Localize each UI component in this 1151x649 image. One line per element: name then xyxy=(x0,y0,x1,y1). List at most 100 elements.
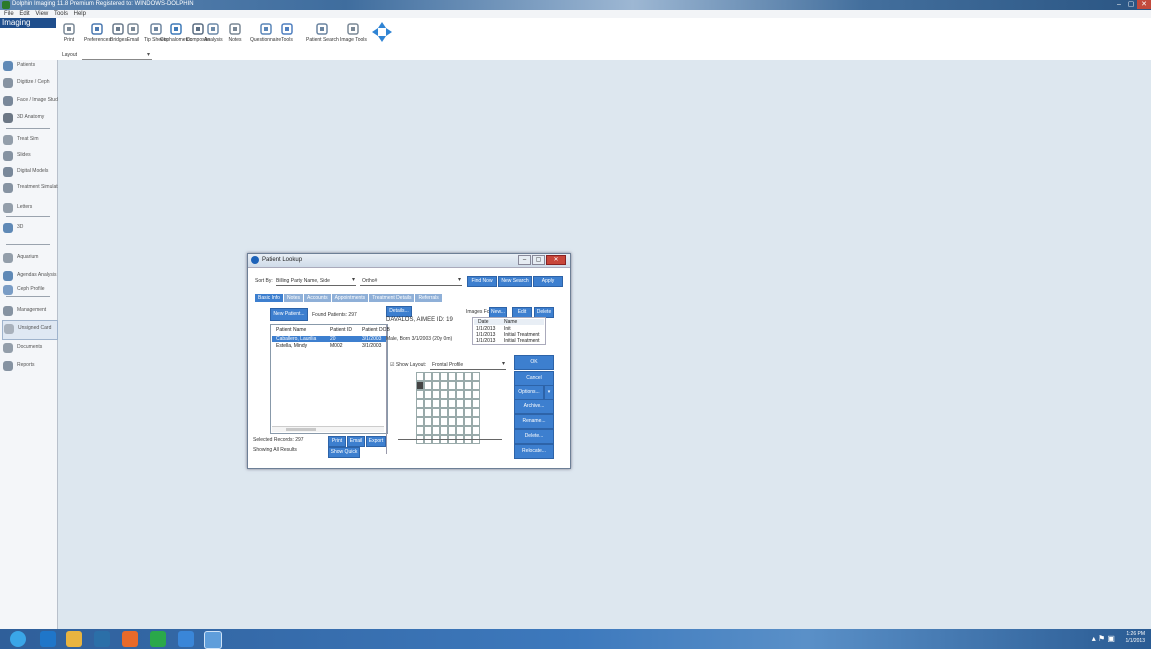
sidebar-item-management[interactable]: Management xyxy=(2,303,56,321)
layout-grid-cell[interactable] xyxy=(440,399,448,408)
layout-grid-cell[interactable] xyxy=(416,417,424,426)
search-field[interactable]: Ortho# ▾ xyxy=(360,277,462,286)
show-layout-checkbox[interactable]: ☑ Show Layout: xyxy=(390,362,426,368)
layout-grid-cell[interactable] xyxy=(472,426,480,435)
column-header[interactable]: Patient ID xyxy=(330,327,352,333)
show-quick-button[interactable]: Show Quick xyxy=(328,447,360,458)
toolbar-button-notes[interactable]: Notes xyxy=(228,22,242,48)
export-button[interactable]: Export xyxy=(366,436,386,447)
layout-grid-cell[interactable] xyxy=(456,426,464,435)
layout-grid-cell[interactable] xyxy=(472,381,480,390)
image-layout-grid[interactable] xyxy=(416,372,482,444)
layout-grid-cell[interactable] xyxy=(416,399,424,408)
tab-appointments[interactable]: Appointments xyxy=(331,294,369,302)
layout-grid-cell[interactable] xyxy=(424,399,432,408)
column-header[interactable]: Date xyxy=(478,319,489,325)
toolbar-button-analysis[interactable]: Analysis xyxy=(204,22,223,48)
layout-grid-cell[interactable] xyxy=(424,372,432,381)
sidebar-item-aquarium[interactable]: Aquarium xyxy=(2,250,56,268)
layout-combo[interactable]: Frontal Profile ▾ xyxy=(430,361,506,370)
layout-grid-cell[interactable] xyxy=(456,399,464,408)
layout-grid-cell[interactable] xyxy=(464,399,472,408)
options-button[interactable]: Options... xyxy=(514,385,544,400)
layout-grid-cell[interactable] xyxy=(464,372,472,381)
layout-grid-cell[interactable] xyxy=(416,390,424,399)
new-patient-button[interactable]: New Patient... xyxy=(270,308,308,321)
horizontal-scrollbar[interactable] xyxy=(272,426,384,432)
sidebar-item-3d[interactable]: 3D xyxy=(2,220,56,238)
dolphin-active-icon[interactable] xyxy=(204,631,222,649)
dolphin-icon[interactable] xyxy=(178,631,194,647)
layout-select[interactable]: ▾ xyxy=(82,51,152,60)
patient-list[interactable]: Patient Name Patient ID Patient DOB Caba… xyxy=(270,324,390,434)
toolbar-button-questionnaire[interactable]: Questionnaire xyxy=(250,22,281,48)
find-now-button[interactable]: Find Now xyxy=(467,276,497,287)
layout-grid-cell[interactable] xyxy=(424,426,432,435)
layout-grid-cell[interactable] xyxy=(432,426,440,435)
dialog-minimize-button[interactable]: – xyxy=(518,255,531,265)
layout-grid-cell[interactable] xyxy=(472,399,480,408)
system-clock[interactable]: 1:26 PM 1/1/2013 xyxy=(1126,631,1145,645)
layout-grid-cell[interactable] xyxy=(432,390,440,399)
toolbar-button-patient-search[interactable]: Patient Search xyxy=(306,22,339,48)
internet-explorer-icon[interactable] xyxy=(40,631,56,647)
layout-grid-cell[interactable] xyxy=(432,408,440,417)
file-explorer-icon[interactable] xyxy=(66,631,82,647)
menu-edit[interactable]: Edit xyxy=(19,10,29,18)
layout-grid-cell[interactable] xyxy=(416,372,424,381)
sidebar-item-treatment-simulation[interactable]: Treatment Simulation xyxy=(2,180,64,198)
layout-grid-cell[interactable] xyxy=(440,372,448,381)
column-header[interactable]: Patient Name xyxy=(276,327,306,333)
email-button[interactable]: Email xyxy=(347,436,365,447)
layout-grid-cell[interactable] xyxy=(432,372,440,381)
sidebar-item-3d-anatomy[interactable]: 3D Anatomy xyxy=(2,110,56,128)
images-table[interactable]: Date Name 1/1/2013 Init 1/1/2013 Initial… xyxy=(472,317,546,345)
layout-grid-cell[interactable] xyxy=(424,408,432,417)
tab-notes[interactable]: Notes xyxy=(283,294,304,302)
minimize-button[interactable]: – xyxy=(1113,0,1125,9)
column-header[interactable]: Name xyxy=(504,319,517,325)
rename-button[interactable]: Rename... xyxy=(514,414,554,429)
layout-grid-cell[interactable] xyxy=(472,372,480,381)
apply-button[interactable]: Apply xyxy=(533,276,563,287)
table-row[interactable]: Estella, Mindy M002 3/1/2003 xyxy=(272,343,386,349)
layout-grid-cell[interactable] xyxy=(456,408,464,417)
layout-grid-cell[interactable] xyxy=(448,426,456,435)
media-player-icon[interactable] xyxy=(94,631,110,647)
new-search-button[interactable]: New Search xyxy=(498,276,532,287)
sidebar-item-ceph-profile[interactable]: Ceph Profile xyxy=(2,282,56,300)
tab-basic-info[interactable]: Basic Info xyxy=(255,294,283,302)
toolbar-button-bridges[interactable]: Bridges xyxy=(110,22,127,48)
layout-grid-cell[interactable] xyxy=(440,390,448,399)
cancel-button[interactable]: Cancel xyxy=(514,371,554,386)
sidebar-item-reports[interactable]: Reports xyxy=(2,358,56,376)
maximize-button[interactable]: ▢ xyxy=(1125,0,1137,9)
start-orb-icon[interactable] xyxy=(10,631,26,647)
layout-grid-cell[interactable] xyxy=(448,399,456,408)
layout-grid-cell[interactable] xyxy=(440,426,448,435)
layout-grid-cell[interactable] xyxy=(448,372,456,381)
tab-referrals[interactable]: Referrals xyxy=(415,294,442,302)
ok-button[interactable]: OK xyxy=(514,355,554,370)
toolbar-button-email[interactable]: Email xyxy=(126,22,140,48)
menu-file[interactable]: File xyxy=(4,10,14,18)
sidebar-item-unsigned-card[interactable]: Unsigned Card xyxy=(2,320,58,340)
layout-grid-cell[interactable] xyxy=(424,381,432,390)
layout-grid-cell[interactable] xyxy=(432,381,440,390)
layout-grid-cell[interactable] xyxy=(456,417,464,426)
layout-grid-cell[interactable] xyxy=(464,381,472,390)
menu-help[interactable]: Help xyxy=(74,10,86,18)
layout-grid-cell[interactable] xyxy=(456,372,464,381)
layout-grid-cell[interactable] xyxy=(456,390,464,399)
tab-treatment-details[interactable]: Treatment Details xyxy=(369,294,415,302)
layout-grid-cell[interactable] xyxy=(464,390,472,399)
archive-button[interactable]: Archive... xyxy=(514,399,554,414)
relocate-button[interactable]: Relocate... xyxy=(514,444,554,459)
toolbar-button-preferences[interactable]: Preferences xyxy=(84,22,111,48)
sidebar-item-face-image-studio[interactable]: Face / Image Studio xyxy=(2,93,62,111)
delete-button[interactable]: Delete... xyxy=(514,429,554,444)
layout-grid-cell[interactable] xyxy=(472,408,480,417)
toolbar-button-print[interactable]: Print xyxy=(62,22,76,48)
layout-grid-cell[interactable] xyxy=(432,417,440,426)
layout-grid-cell[interactable] xyxy=(440,417,448,426)
